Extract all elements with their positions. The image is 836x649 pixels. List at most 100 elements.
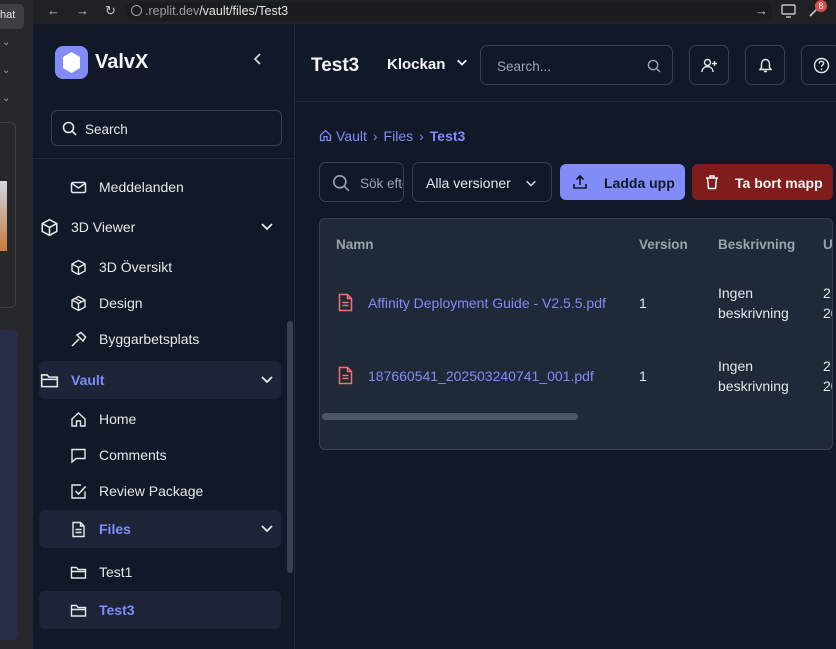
file-search-input[interactable]: Sök efter filer...	[319, 162, 404, 202]
search-icon	[647, 59, 661, 73]
chevron-right-icon: ›	[372, 128, 378, 144]
sidebar-search[interactable]: Search	[51, 110, 282, 146]
page-title: Test3	[311, 55, 360, 76]
home-icon	[319, 129, 332, 142]
sidebar-item-review-package[interactable]: Review Package	[39, 472, 281, 510]
send-icon[interactable]: →	[755, 4, 768, 18]
package-icon	[71, 295, 86, 312]
sidebar-item-meddelanden[interactable]: Meddelanden	[39, 168, 281, 206]
url-domain: .replit.dev	[145, 4, 200, 18]
chevron-down-icon[interactable]: ⌄	[2, 65, 10, 76]
logo	[55, 46, 88, 79]
hammer-icon	[71, 331, 87, 347]
sidebar-search-label: Search	[85, 122, 128, 137]
breadcrumb: Vault › Files › Test3	[319, 128, 465, 144]
uploaded-line: 20	[823, 305, 832, 321]
sidebar-item-label: Home	[99, 411, 137, 427]
screen-icon[interactable]	[781, 4, 796, 18]
forward-icon[interactable]: →	[76, 4, 89, 18]
folder-icon	[70, 566, 87, 579]
delete-folder-button[interactable]: Ta bort mapp	[692, 164, 833, 200]
site-info-icon[interactable]	[131, 5, 142, 16]
file-uploaded: 220	[823, 356, 832, 396]
sidebar-item-label: Files	[99, 521, 131, 537]
sidebar-item-files[interactable]: Files	[39, 510, 281, 548]
back-icon[interactable]: ←	[47, 4, 60, 18]
side-panel-card	[0, 122, 16, 308]
chevron-down-icon	[456, 59, 467, 66]
column-header-version[interactable]: Version	[639, 237, 688, 252]
sidebar-item-label: Comments	[99, 447, 167, 463]
chevron-right-icon: ›	[419, 128, 424, 144]
sidebar-item-label: Vault	[71, 372, 105, 388]
column-header-description[interactable]: Beskrivning	[718, 237, 795, 252]
help-icon	[813, 57, 830, 74]
search-icon	[333, 175, 350, 192]
sidebar-item-label: 3D Viewer	[71, 219, 136, 235]
chevron-down-icon[interactable]	[260, 521, 274, 535]
cube-icon	[71, 259, 86, 276]
browser-side-panel: hat ⌄ ⌄ ⌄	[0, 0, 33, 649]
sidebar-item-label: Review Package	[99, 483, 204, 499]
org-selector[interactable]: Klockan	[387, 56, 467, 73]
breadcrumb-files[interactable]: Files	[384, 128, 414, 144]
folder-icon	[40, 374, 59, 388]
upload-button[interactable]: Ladda upp	[560, 164, 685, 200]
chevron-down-icon[interactable]: ⌄	[2, 93, 10, 104]
reload-icon[interactable]: ↻	[105, 4, 116, 18]
help-button[interactable]	[801, 45, 836, 85]
comment-icon	[71, 448, 86, 464]
browser-toolbar: ← → ↻ .replit.dev/vault/files/Test3 → 8	[0, 0, 836, 24]
url-text[interactable]: .replit.dev/vault/files/Test3	[145, 4, 288, 18]
column-header-uploaded[interactable]: U	[823, 237, 832, 252]
sidebar-item-home[interactable]: Home	[39, 400, 281, 438]
chevron-down-icon[interactable]: ⌄	[2, 37, 10, 48]
table-horizontal-scrollbar[interactable]	[322, 413, 578, 420]
file-description: Ingen beskrivning	[718, 356, 789, 396]
chevron-down-icon[interactable]	[260, 372, 274, 386]
sidebar-item-label: Design	[99, 295, 143, 311]
chevron-down-icon[interactable]	[260, 219, 274, 233]
delete-label: Ta bort mapp	[735, 175, 823, 191]
sidebar-item-3d-oversikt[interactable]: 3D Översikt	[39, 248, 281, 286]
sidebar-item-vault[interactable]: Vault	[39, 361, 281, 399]
header-search-input[interactable]: Search...	[480, 45, 673, 85]
user-plus-icon	[701, 58, 717, 73]
file-name-link[interactable]: Affinity Deployment Guide - V2.5.5.pdf	[368, 293, 606, 313]
mail-icon	[70, 181, 87, 194]
folder-icon	[70, 604, 87, 617]
sidebar-item-design[interactable]: Design	[39, 284, 281, 322]
version-filter-value: Alla versioner	[426, 175, 511, 191]
version-filter-select[interactable]: Alla versioner	[412, 162, 552, 202]
file-icon	[72, 521, 85, 538]
uploaded-line: 20	[823, 378, 832, 394]
bell-icon	[758, 58, 773, 73]
side-panel-card	[0, 330, 18, 640]
description-line: beskrivning	[718, 378, 789, 394]
description-line: Ingen	[718, 358, 754, 374]
table-row[interactable]: Affinity Deployment Guide - V2.5.5.pdf 1…	[320, 267, 832, 340]
home-icon	[71, 412, 86, 427]
column-header-name[interactable]: Namn	[336, 237, 374, 252]
table-row[interactable]: 187660541_202503240741_001.pdf 1 Ingen be…	[320, 340, 832, 413]
notifications-button[interactable]	[745, 45, 785, 85]
file-description: Ingen beskrivning	[718, 283, 789, 323]
sidebar-item-comments[interactable]: Comments	[39, 436, 281, 474]
sidebar-item-3d-viewer[interactable]: 3D Viewer	[39, 208, 281, 246]
org-name: Klockan	[387, 56, 446, 73]
upload-label: Ladda upp	[604, 175, 675, 191]
sidebar: ValvX Search Meddelanden 3D Viewer 3D Öv…	[33, 24, 295, 649]
sidebar-item-test1[interactable]: Test1	[39, 553, 281, 591]
file-name-link[interactable]: 187660541_202503240741_001.pdf	[368, 366, 594, 386]
sidebar-item-test3[interactable]: Test3	[39, 591, 281, 629]
checkbox-icon	[71, 484, 87, 499]
breadcrumb-vault[interactable]: Vault	[336, 128, 367, 144]
upload-icon	[573, 174, 587, 189]
invite-user-button[interactable]	[689, 45, 729, 85]
table-header: Namn Version Beskrivning U	[320, 219, 832, 267]
sidebar-scrollbar[interactable]	[287, 321, 293, 573]
sidebar-item-byggarbetsplats[interactable]: Byggarbetsplats	[39, 320, 281, 358]
collapse-sidebar-icon[interactable]	[251, 52, 265, 66]
file-search-placeholder: Sök efter filer...	[360, 176, 403, 191]
breadcrumb-current: Test3	[429, 128, 466, 144]
